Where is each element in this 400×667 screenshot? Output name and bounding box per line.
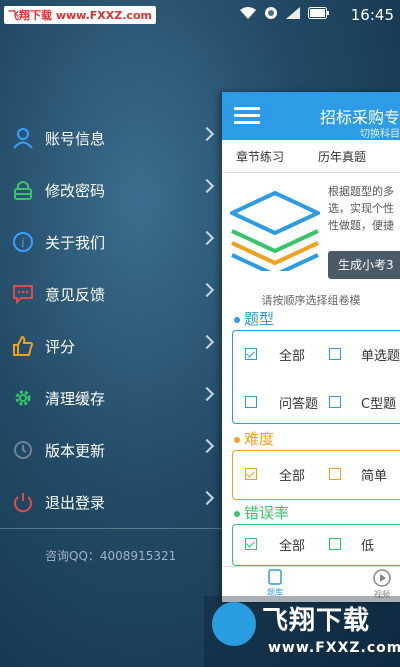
main-panel: 招标采购专 切换科目 章节练习 历年真题 根据题型的多 选，实现个性 性做题，便…	[222, 92, 400, 602]
menu-item-label: 账号信息	[45, 129, 106, 148]
menu-item-clear-cache[interactable]: 清理缓存	[0, 372, 222, 424]
gear-icon	[12, 387, 34, 409]
section-title-type: 题型	[234, 308, 274, 329]
battery-icon	[308, 7, 329, 19]
drawer-menu: 账号信息 修改密码 i 关于我们 意见反馈 评分 清理缓存 版本更新 退出登录	[0, 112, 222, 528]
checkbox-single-choice[interactable]	[329, 348, 341, 360]
wifi-icon	[240, 7, 256, 19]
instruction-hint: 请按顺序选择组卷模	[261, 294, 361, 307]
tab-bar: 章节练习 历年真题	[222, 140, 400, 173]
bullet-dot	[234, 510, 240, 517]
watermark-title: 飞翔下载	[262, 606, 371, 636]
user-icon	[12, 127, 34, 149]
chevron-right-icon	[199, 178, 215, 194]
watermark-top: 飞翔下载 www.FXXZ.com	[4, 6, 156, 24]
option-label: 全部	[279, 539, 306, 554]
chevron-right-icon	[199, 334, 215, 350]
tab-past-exams[interactable]: 历年真题	[318, 148, 366, 165]
difficulty-options-box: 全部 简单	[232, 450, 400, 500]
menu-item-account[interactable]: 账号信息	[0, 112, 222, 164]
menu-item-update[interactable]: 版本更新	[0, 424, 222, 476]
intro-description: 根据题型的多 选，实现个性 性做题，便捷	[328, 183, 400, 234]
switch-subject-link[interactable]: 切换科目	[360, 125, 400, 140]
section-title-text: 难度	[244, 430, 275, 448]
checkbox-error-all[interactable]	[245, 538, 257, 550]
thumbs-up-icon	[12, 335, 34, 357]
menu-item-label: 版本更新	[45, 441, 106, 460]
intro-line: 选，实现个性	[328, 202, 394, 215]
intro-section: 根据题型的多 选，实现个性 性做题，便捷 生成小考3	[222, 173, 400, 280]
clock: 16:45	[350, 6, 394, 24]
bullet-dot	[234, 316, 240, 323]
watermark-logo-icon	[212, 602, 256, 646]
bullet-dot	[234, 436, 240, 443]
watermark-bottom: 飞翔下载 www.FXXZ.com	[204, 596, 400, 667]
checkbox-qa[interactable]	[245, 396, 257, 408]
chat-icon	[12, 283, 34, 305]
hamburger-icon[interactable]	[234, 107, 260, 125]
error-rate-options-box: 全部 低	[232, 524, 400, 566]
option-label: 简单	[361, 469, 388, 484]
section-title-difficulty: 难度	[234, 428, 274, 449]
option-label: 单选题	[361, 349, 400, 364]
status-bar: 飞翔下载 www.FXXZ.com 16:45	[0, 0, 400, 30]
watermark-url: www.FXXZ.com	[268, 640, 400, 656]
chevron-right-icon	[199, 438, 215, 454]
option-label: 问答题	[279, 397, 319, 412]
menu-item-label: 退出登录	[45, 493, 106, 512]
checkbox-type-all[interactable]	[245, 348, 257, 360]
section-title-text: 题型	[244, 310, 275, 328]
option-label: 全部	[279, 349, 306, 364]
section-title-error-rate: 错误率	[234, 502, 289, 523]
svg-text:i: i	[21, 236, 25, 250]
menu-item-rate[interactable]: 评分	[0, 320, 222, 372]
menu-item-label: 意见反馈	[45, 285, 106, 304]
checkbox-low[interactable]	[329, 538, 341, 550]
signal-icon	[286, 7, 300, 19]
chevron-right-icon	[199, 490, 215, 506]
menu-item-password[interactable]: 修改密码	[0, 164, 222, 216]
chevron-right-icon	[199, 282, 215, 298]
power-icon	[12, 491, 34, 513]
option-label: 低	[361, 539, 375, 554]
menu-item-feedback[interactable]: 意见反馈	[0, 268, 222, 320]
tab-chapter-practice[interactable]: 章节练习	[236, 148, 284, 165]
info-icon: i	[12, 231, 34, 253]
intro-line: 性做题，便捷	[328, 219, 394, 232]
section-title-text: 错误率	[244, 504, 290, 522]
alarm-icon	[265, 7, 277, 19]
checkbox-easy[interactable]	[329, 468, 341, 480]
play-icon	[373, 569, 391, 587]
menu-item-about[interactable]: i 关于我们	[0, 216, 222, 268]
option-label: C型题	[361, 397, 397, 412]
menu-item-label: 关于我们	[45, 233, 106, 252]
nav-question-bank[interactable]: 题库	[260, 569, 290, 598]
chevron-right-icon	[199, 230, 215, 246]
menu-item-label: 清理缓存	[45, 389, 106, 408]
option-label: 全部	[279, 469, 306, 484]
menu-divider	[0, 528, 222, 529]
generate-quiz-button[interactable]: 生成小考3	[328, 251, 400, 279]
menu-item-label: 评分	[45, 337, 76, 356]
stack-layers-icon	[230, 191, 320, 271]
chevron-right-icon	[199, 126, 215, 142]
status-icons	[239, 6, 330, 20]
lock-icon	[12, 179, 34, 201]
menu-item-label: 修改密码	[45, 181, 106, 200]
chevron-right-icon	[199, 386, 215, 402]
menu-item-logout[interactable]: 退出登录	[0, 476, 222, 528]
refresh-icon	[12, 439, 34, 461]
checkbox-c-type[interactable]	[329, 396, 341, 408]
app-bar: 招标采购专 切换科目	[222, 92, 400, 140]
consult-qq: 咨询QQ：4008915321	[45, 549, 177, 563]
book-icon	[268, 569, 282, 585]
type-options-box: 全部 单选题 问答题 C型题	[232, 330, 400, 424]
intro-line: 根据题型的多	[328, 185, 394, 198]
checkbox-difficulty-all[interactable]	[245, 468, 257, 480]
